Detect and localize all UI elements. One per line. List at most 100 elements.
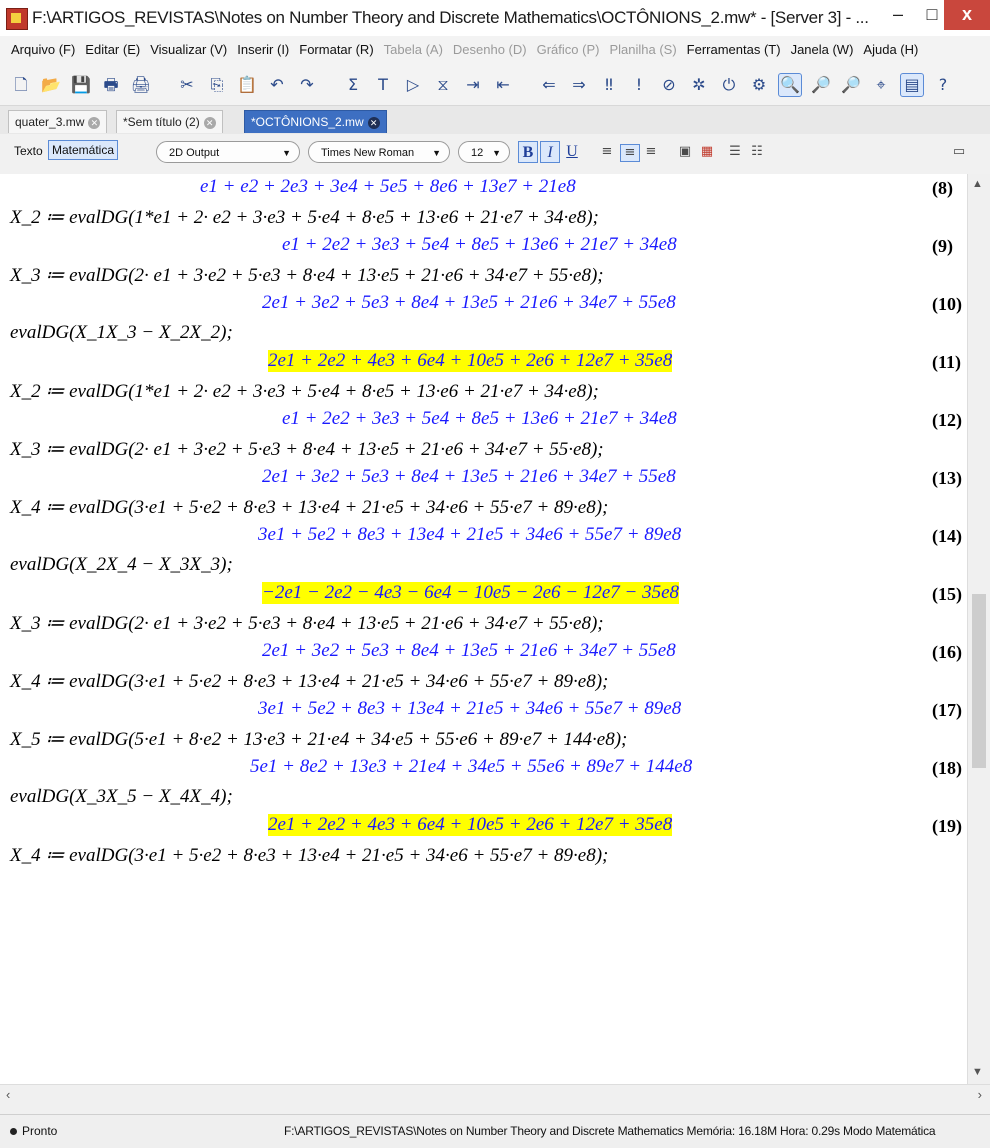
execute-group-icon[interactable]: ⧖ (432, 74, 454, 96)
print-preview-icon[interactable]: 🖨 (130, 74, 152, 96)
input-command[interactable]: X_4 ≔ evalDG(3·e1 + 5·e2 + 8·e3 + 13·e4 … (10, 496, 608, 519)
toolbar-separator (326, 74, 334, 96)
horizontal-scrollbar[interactable]: ‹ › (0, 1084, 990, 1105)
close-tab-icon[interactable]: ✕ (367, 116, 380, 129)
input-command[interactable]: evalDG(X_2X_4 − X_3X_3); (10, 554, 233, 576)
palette-toggle-icon[interactable]: ▤ (900, 72, 924, 97)
numbered-list-icon[interactable]: ☷ (748, 144, 766, 160)
equation-label[interactable]: (9) (932, 236, 953, 257)
worksheet[interactable]: ▲ ▼ e1 + e2 + 2e3 + 3e4 + 5e5 + 8e6 + 13… (0, 174, 990, 1084)
equation-label[interactable]: (16) (932, 642, 962, 663)
vertical-scrollbar[interactable]: ▲ ▼ (967, 174, 990, 1084)
equation-label[interactable]: (10) (932, 294, 962, 315)
menu-item[interactable]: Desenho (D) (448, 36, 532, 64)
execute-icon[interactable]: ! (628, 74, 650, 96)
menu-item[interactable]: Inserir (I) (232, 36, 294, 64)
equation-label[interactable]: (8) (932, 178, 953, 199)
input-command[interactable]: X_2 ≔ evalDG(1*e1 + 2· e2 + 3·e3 + 5·e4 … (10, 380, 599, 403)
equation-label[interactable]: (12) (932, 410, 962, 431)
scroll-right-arrow-icon[interactable]: › (978, 1087, 982, 1102)
print-icon[interactable]: 🖶 (100, 74, 122, 96)
input-command[interactable]: evalDG(X_1X_3 − X_2X_2); (10, 322, 233, 344)
input-command[interactable]: X_3 ≔ evalDG(2· e1 + 3·e2 + 5·e3 + 8·e4 … (10, 612, 604, 635)
debug-icon[interactable]: ✲ (688, 74, 710, 96)
align-center-icon[interactable]: ≡ (620, 144, 640, 162)
output-mode-select[interactable]: 2D Output ▼ (156, 141, 300, 163)
scroll-left-arrow-icon[interactable]: ‹ (6, 1087, 10, 1102)
forward-arrow-icon[interactable]: ⇒ (568, 74, 590, 96)
input-command[interactable]: X_4 ≔ evalDG(3·e1 + 5·e2 + 8·e3 + 13·e4 … (10, 670, 608, 693)
tab-octonions-2[interactable]: *OCTÔNIONS_2.mw ✕ (244, 110, 387, 133)
input-command[interactable]: X_5 ≔ evalDG(5·e1 + 8·e2 + 13·e3 + 21·e4… (10, 728, 627, 751)
menu-item[interactable]: Tabela (A) (379, 36, 448, 64)
cut-icon[interactable]: ✂ (176, 74, 198, 96)
execute-all-icon[interactable]: ‼ (598, 74, 620, 96)
app-icon[interactable] (6, 8, 28, 30)
input-command[interactable]: X_2 ≔ evalDG(1*e1 + 2· e2 + 3·e3 + 5·e4 … (10, 206, 599, 229)
input-command[interactable]: evalDG(X_3X_5 − X_4X_4); (10, 786, 233, 808)
highlight-color-icon[interactable]: ▦ (698, 144, 716, 160)
italic-button[interactable]: I (540, 141, 560, 163)
prompt-insert-icon[interactable]: ▷ (402, 74, 424, 96)
redo-icon[interactable]: ↷ (296, 74, 318, 96)
math-insert-icon[interactable]: Σ (342, 74, 364, 96)
restart-icon[interactable]: ⏻ (718, 74, 740, 96)
paste-icon[interactable]: 📋 (236, 74, 258, 96)
equation-label[interactable]: (15) (932, 584, 962, 605)
document-properties-icon[interactable]: ▭ (950, 144, 968, 160)
zoom-150-icon[interactable]: 🔎 (810, 74, 832, 96)
equation-label[interactable]: (14) (932, 526, 962, 547)
menu-item[interactable]: Editar (E) (80, 36, 145, 64)
menu-item[interactable]: Janela (W) (786, 36, 859, 64)
pin-icon[interactable]: ⌖ (870, 74, 892, 96)
equation-label[interactable]: (17) (932, 700, 962, 721)
copy-icon[interactable]: ⎘ (206, 74, 228, 96)
output-mode-value: 2D Output (169, 147, 220, 159)
font-select[interactable]: Times New Roman ▼ (308, 141, 450, 163)
equation-label[interactable]: (18) (932, 758, 962, 779)
close-tab-icon[interactable]: ✕ (203, 116, 216, 129)
scrollbar-thumb[interactable] (972, 594, 986, 768)
outdent-icon[interactable]: ⇤ (492, 74, 514, 96)
menu-item[interactable]: Arquivo (F) (6, 36, 80, 64)
help-icon[interactable]: ? (932, 74, 954, 96)
equation-label[interactable]: (13) (932, 468, 962, 489)
menu-item[interactable]: Ferramentas (T) (682, 36, 786, 64)
align-right-icon[interactable]: ≡ (642, 144, 660, 160)
bold-button[interactable]: B (518, 141, 538, 163)
text-mode-button[interactable]: Texto (14, 144, 43, 158)
zoom-100-icon[interactable]: 🔍 (778, 72, 802, 97)
tab-sem-titulo[interactable]: *Sem título (2) ✕ (116, 110, 223, 133)
input-command[interactable]: X_4 ≔ evalDG(3·e1 + 5·e2 + 8·e3 + 13·e4 … (10, 844, 608, 867)
align-left-icon[interactable]: ≡ (598, 144, 616, 160)
stop-icon[interactable]: ⊘ (658, 74, 680, 96)
settings-gear-icon[interactable]: ⚙ (748, 74, 770, 96)
save-icon[interactable]: 💾 (70, 74, 92, 96)
equation-label[interactable]: (19) (932, 816, 962, 837)
menu-item[interactable]: Gráfico (P) (532, 36, 605, 64)
open-folder-icon[interactable]: 📂 (40, 74, 62, 96)
tab-quater-3[interactable]: quater_3.mw ✕ (8, 110, 108, 133)
underline-button[interactable]: U (562, 141, 582, 163)
equation-label[interactable]: (11) (932, 352, 961, 373)
undo-icon[interactable]: ↶ (266, 74, 288, 96)
bullet-list-icon[interactable]: ☰ (726, 144, 744, 160)
zoom-200-icon[interactable]: 🔎 (840, 74, 862, 96)
menu-item[interactable]: Planilha (S) (604, 36, 681, 64)
menu-item[interactable]: Visualizar (V) (145, 36, 232, 64)
menu-item[interactable]: Formatar (R) (294, 36, 378, 64)
input-command[interactable]: X_3 ≔ evalDG(2· e1 + 3·e2 + 5·e3 + 8·e4 … (10, 438, 604, 461)
text-insert-icon[interactable]: T (372, 74, 394, 96)
text-color-icon[interactable]: ▣ (676, 144, 694, 160)
indent-icon[interactable]: ⇥ (462, 74, 484, 96)
new-document-icon[interactable]: 🗋 (10, 74, 32, 96)
close-button[interactable]: x (944, 0, 990, 30)
scroll-down-arrow-icon[interactable]: ▼ (972, 1066, 983, 1078)
font-size-select[interactable]: 12 ▼ (458, 141, 510, 163)
input-command[interactable]: X_3 ≔ evalDG(2· e1 + 3·e2 + 5·e3 + 8·e4 … (10, 264, 604, 287)
close-tab-icon[interactable]: ✕ (88, 116, 101, 129)
math-mode-button[interactable]: Matemática (48, 140, 119, 160)
menu-item[interactable]: Ajuda (H) (858, 36, 923, 64)
scroll-up-arrow-icon[interactable]: ▲ (972, 178, 983, 190)
back-arrow-icon[interactable]: ⇐ (538, 74, 560, 96)
